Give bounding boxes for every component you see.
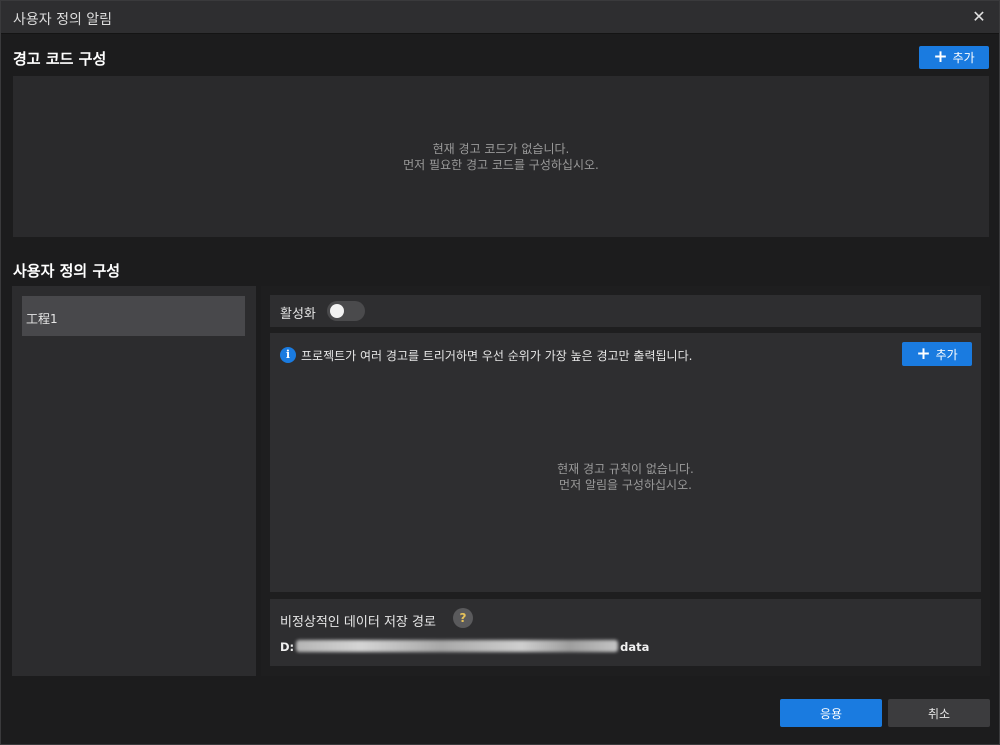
project-list-panel: 工程1	[12, 286, 256, 676]
abnormal-data-path-value[interactable]: D: data	[280, 640, 649, 654]
add-rule-label: 추가	[935, 347, 958, 362]
abnormal-data-path-label: 비정상적인 데이터 저장 경로	[280, 615, 436, 630]
path-prefix: D:	[280, 640, 295, 654]
activate-label: 활성화	[280, 307, 316, 322]
path-suffix: data	[620, 640, 650, 654]
warning-code-list: 현재 경고 코드가 없습니다. 먼저 필요한 경고 코드를 구성하십시오.	[13, 76, 989, 237]
project-config-panel: 활성화 i 프로젝트가 여러 경고를 트리거하면 우선 순위가 가장 높은 경고…	[261, 286, 990, 676]
plus-icon: +	[916, 343, 931, 364]
warning-code-empty-message: 현재 경고 코드가 없습니다. 먼저 필요한 경고 코드를 구성하십시오.	[13, 141, 989, 173]
plus-icon: +	[933, 47, 948, 67]
add-rule-button[interactable]: + 추가	[902, 342, 972, 366]
redacted-path	[296, 640, 619, 652]
add-warning-code-button[interactable]: + 추가	[919, 46, 989, 69]
window-title: 사용자 정의 알림	[13, 12, 113, 28]
info-icon: i	[280, 347, 296, 363]
custom-config-section-title: 사용자 정의 구성	[13, 262, 121, 280]
empty-line-1: 현재 경고 코드가 없습니다.	[432, 142, 570, 156]
warning-code-section-title: 경고 코드 구성	[13, 50, 107, 68]
cancel-button[interactable]: 취소	[888, 699, 990, 727]
rules-empty-message: 현재 경고 규칙이 없습니다. 먼저 알림을 구성하십시오.	[270, 461, 981, 493]
toggle-knob	[330, 304, 344, 318]
apply-button[interactable]: 응용	[780, 699, 882, 727]
empty-line-1: 현재 경고 규칙이 없습니다.	[557, 462, 694, 476]
help-icon[interactable]: ?	[453, 608, 473, 628]
project-item[interactable]: 工程1	[22, 296, 245, 336]
close-icon[interactable]: ✕	[969, 7, 989, 27]
activate-toggle[interactable]	[327, 301, 365, 321]
custom-alarm-dialog: 사용자 정의 알림 ✕ 경고 코드 구성 + 추가 현재 경고 코드가 없습니다…	[0, 0, 1000, 745]
empty-line-2: 먼저 필요한 경고 코드를 구성하십시오.	[403, 158, 599, 172]
add-warning-code-label: 추가	[952, 51, 975, 65]
empty-line-2: 먼저 알림을 구성하십시오.	[559, 478, 692, 492]
activate-row: 활성화	[270, 295, 981, 327]
abnormal-data-path-card: 비정상적인 데이터 저장 경로 ? D: data	[270, 599, 981, 666]
warning-rules-card: i 프로젝트가 여러 경고를 트리거하면 우선 순위가 가장 높은 경고만 출력…	[270, 333, 981, 592]
priority-info-text: 프로젝트가 여러 경고를 트리거하면 우선 순위가 가장 높은 경고만 출력됩니…	[301, 349, 693, 363]
title-bar[interactable]: 사용자 정의 알림 ✕	[1, 1, 999, 34]
